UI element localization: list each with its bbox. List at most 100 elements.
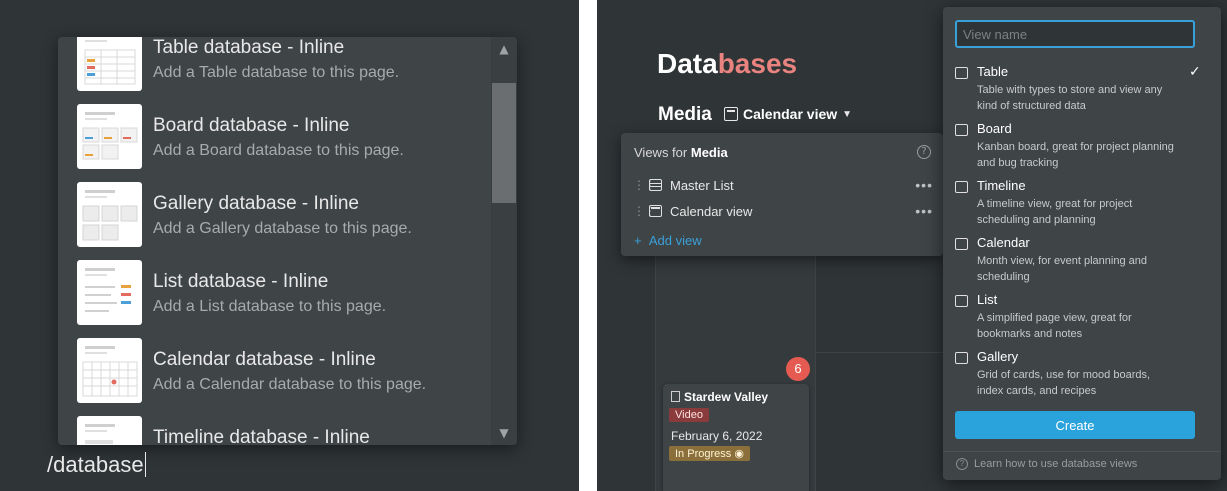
status-tag-label: In Progress — [675, 448, 732, 460]
calendar-grid-line — [815, 352, 945, 353]
view-type-name: Table — [977, 64, 1009, 79]
view-type-description: Table with types to store and view any k… — [977, 84, 1163, 112]
menu-item-description: Add a List database to this page. — [153, 298, 387, 315]
scroll-down-icon[interactable]: ▼ — [491, 423, 517, 443]
menu-item-board-database[interactable]: Board database - Inline Add a Board data… — [58, 97, 491, 175]
drag-handle-icon[interactable]: ⋮⋮ — [633, 204, 656, 218]
gallery-database-thumbnail-icon — [77, 182, 142, 247]
view-type-description: Month view, for event planning and sched… — [977, 255, 1148, 283]
view-type-description: Grid of cards, use for mood boards, inde… — [977, 369, 1151, 397]
menu-item-title: Table database - Inline — [153, 37, 345, 58]
view-type-name: Calendar — [977, 235, 1030, 250]
event-title: Stardew Valley — [671, 390, 768, 404]
help-icon[interactable]: ? — [917, 145, 931, 159]
learn-views-link[interactable]: ? Learn how to use database views — [956, 458, 1137, 470]
more-options-icon[interactable]: ••• — [915, 177, 933, 193]
command-text: /database — [47, 452, 144, 477]
status-tag: In Progress ◉ — [669, 446, 750, 461]
database-name[interactable]: Media — [658, 104, 712, 126]
views-popup: Views for Media ? ⋮⋮ Master List ••• ⋮⋮ … — [621, 133, 943, 256]
slash-command-input[interactable]: /database — [47, 452, 146, 478]
type-tag: Video — [669, 408, 709, 422]
view-type-list[interactable]: List A simplified page view, great for b… — [955, 292, 1205, 348]
menu-item-title: Calendar database - Inline — [153, 349, 376, 370]
menu-item-title: List database - Inline — [153, 271, 329, 292]
menu-item-description: Add a Gallery database to this page. — [153, 220, 412, 237]
calendar-icon — [649, 205, 662, 217]
view-row-master-list[interactable]: ⋮⋮ Master List ••• — [633, 174, 933, 196]
menu-item-description: Add a Table database to this page. — [153, 64, 400, 81]
add-view-panel: Table ✓ Table with types to store and vi… — [943, 7, 1221, 480]
help-icon: ? — [956, 458, 968, 470]
calendar-icon — [955, 238, 968, 250]
view-type-description: A simplified page view, great for bookma… — [977, 312, 1132, 340]
menu-item-calendar-database[interactable]: Calendar database - Inline Add a Calenda… — [58, 331, 491, 409]
view-type-gallery[interactable]: Gallery Grid of cards, use for mood boar… — [955, 349, 1205, 405]
view-name-input[interactable] — [955, 20, 1195, 48]
view-label: Master List — [670, 177, 734, 193]
view-type-board[interactable]: Board Kanban board, great for project pl… — [955, 121, 1205, 177]
table-icon — [649, 179, 662, 191]
menu-item-description: Add a Calendar database to this page. — [153, 376, 427, 393]
page-title-part1: Data — [657, 48, 718, 79]
view-type-name: Board — [977, 121, 1012, 136]
text-caret — [144, 452, 146, 477]
table-database-thumbnail-icon — [77, 37, 142, 91]
menu-item-title: Gallery database - Inline — [153, 193, 359, 214]
menu-item-title: Board database - Inline — [153, 115, 350, 136]
view-switcher[interactable]: Calendar view ▼ — [724, 106, 852, 122]
menu-list: Table database - Inline Add a Table data… — [58, 37, 491, 445]
page-title-part2: bases — [717, 48, 798, 79]
menu-item-gallery-database[interactable]: Gallery database - Inline Add a Gallery … — [58, 175, 491, 253]
today-badge: 6 — [786, 357, 810, 381]
scrollbar-thumb[interactable] — [492, 83, 516, 203]
view-row-calendar-view[interactable]: ⋮⋮ Calendar view ••• — [633, 200, 933, 222]
calendar-icon — [724, 107, 738, 121]
plus-icon: + — [634, 233, 642, 248]
view-type-timeline[interactable]: Timeline A timeline view, great for proj… — [955, 178, 1205, 234]
learn-views-label: Learn how to use database views — [974, 458, 1138, 470]
view-type-description: Kanban board, great for project planning… — [977, 141, 1174, 169]
menu-item-list-database[interactable]: List database - Inline Add a List databa… — [58, 253, 491, 331]
view-type-name: Gallery — [977, 349, 1019, 364]
add-view-button[interactable]: + Add view — [634, 233, 702, 248]
menu-item-table-database[interactable]: Table database - Inline Add a Table data… — [58, 37, 491, 97]
calendar-grid-line — [815, 255, 816, 491]
menu-scrollbar[interactable]: ▲ ▼ — [491, 37, 517, 445]
view-type-name: List — [977, 292, 998, 307]
more-options-icon[interactable]: ••• — [915, 203, 933, 219]
scroll-up-icon[interactable]: ▲ — [491, 39, 517, 59]
views-popup-header: Views for Media — [634, 145, 728, 160]
current-view-label: Calendar view — [743, 106, 838, 122]
view-label: Calendar view — [670, 203, 753, 219]
slash-command-panel: Table database - Inline Add a Table data… — [0, 0, 579, 491]
menu-item-title: Timeline database - Inline — [153, 427, 370, 445]
page-title: Databases — [657, 48, 797, 80]
menu-item-description: Add a Board database to this page. — [153, 142, 404, 159]
view-type-table[interactable]: Table ✓ Table with types to store and vi… — [955, 64, 1205, 120]
menu-item-timeline-database[interactable]: Timeline database - Inline — [58, 409, 491, 445]
view-type-name: Timeline — [977, 178, 1026, 193]
timeline-icon — [955, 181, 968, 193]
view-type-description: A timeline view, great for project sched… — [977, 198, 1133, 226]
slash-command-menu: Table database - Inline Add a Table data… — [58, 37, 517, 445]
create-view-button[interactable]: Create — [955, 411, 1195, 439]
page-icon — [671, 391, 680, 402]
calendar-event-card[interactable]: Stardew Valley Video February 6, 2022 In… — [663, 384, 809, 491]
list-database-thumbnail-icon — [77, 260, 142, 325]
calendar-database-thumbnail-icon — [77, 338, 142, 403]
checkmark-icon: ✓ — [1189, 64, 1201, 80]
board-database-thumbnail-icon — [77, 104, 142, 169]
table-icon — [955, 67, 968, 79]
view-type-calendar[interactable]: Calendar Month view, for event planning … — [955, 235, 1205, 291]
event-date: February 6, 2022 — [671, 429, 763, 443]
add-view-label: Add view — [648, 233, 702, 248]
drag-handle-icon[interactable]: ⋮⋮ — [633, 178, 656, 192]
gallery-icon — [955, 352, 968, 364]
board-icon — [955, 124, 968, 136]
status-dot-icon: ◉ — [734, 448, 744, 460]
database-views-panel: Databases Media Calendar view ▼ 6 Starde… — [597, 0, 1227, 491]
event-title-text: Stardew Valley — [684, 390, 769, 404]
calendar-grid-line — [655, 255, 656, 491]
list-icon — [955, 295, 968, 307]
